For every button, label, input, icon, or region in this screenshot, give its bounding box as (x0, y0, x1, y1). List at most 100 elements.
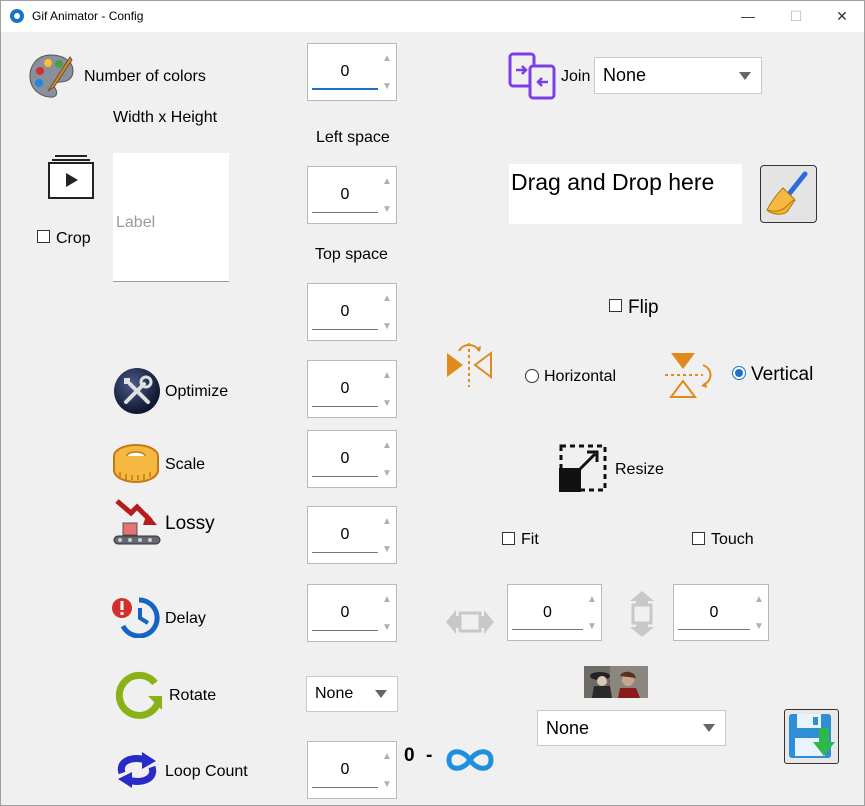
horizontal-radio[interactable] (525, 369, 539, 383)
rotate-dropdown[interactable]: None (306, 676, 398, 712)
top-space-value[interactable]: 0 (312, 284, 378, 340)
spinner-down-icon[interactable]: ▼ (381, 75, 393, 97)
optimize-spinner[interactable]: 0 ▲ ▼ (307, 360, 397, 418)
chevron-down-icon (739, 71, 751, 80)
spinner-down-icon[interactable]: ▼ (381, 462, 393, 484)
clock-alert-icon (111, 596, 163, 643)
resize-label: Resize (615, 461, 664, 478)
drop-zone-text: Drag and Drop here (511, 169, 715, 195)
vertical-radio[interactable] (732, 366, 746, 380)
number-of-colors-value[interactable]: 0 (312, 44, 378, 100)
close-button[interactable]: ✕ (819, 1, 864, 32)
top-space-spinner[interactable]: 0 ▲ ▼ (307, 283, 397, 341)
loop-arrows-icon (112, 751, 162, 794)
bottom-selected: None (546, 717, 590, 738)
left-space-spinner[interactable]: 0 ▲ ▼ (307, 166, 397, 224)
resize-icon (557, 442, 609, 499)
width-height-label: Width x Height (113, 109, 218, 126)
minimize-button[interactable]: — (725, 1, 771, 32)
join-dropdown[interactable]: None (594, 57, 762, 94)
chevron-down-icon (703, 724, 715, 732)
spinner-up-icon[interactable]: ▲ (381, 588, 393, 610)
spinner-up-icon[interactable]: ▲ (586, 588, 598, 610)
title-bar: Gif Animator - Config — ☐ ✕ (1, 1, 864, 32)
size-preview-label: Label (116, 214, 156, 231)
crop-checkbox[interactable] (37, 230, 50, 243)
spinner-up-icon[interactable]: ▲ (381, 364, 393, 386)
scale-value[interactable]: 0 (312, 431, 378, 487)
infinity-icon (445, 745, 495, 780)
lossy-spinner[interactable]: 0 ▲ ▼ (307, 506, 397, 564)
loop-range-start: 0 (404, 745, 415, 766)
film-frame-icon[interactable] (47, 154, 95, 205)
spinner-down-icon[interactable]: ▼ (381, 773, 393, 795)
join-files-icon[interactable] (508, 52, 558, 105)
tape-measure-icon (112, 442, 162, 489)
delay-spinner[interactable]: 0 ▲ ▼ (307, 584, 397, 642)
spinner-down-icon[interactable]: ▼ (753, 615, 765, 637)
touch-checkbox[interactable] (692, 532, 705, 545)
down-trend-conveyor-icon (111, 497, 163, 552)
crop-label: Crop (56, 230, 91, 247)
loop-count-value[interactable]: 0 (312, 742, 378, 798)
app-icon (10, 9, 24, 23)
spinner-down-icon[interactable]: ▼ (381, 392, 393, 414)
fit-checkbox[interactable] (502, 532, 515, 545)
size-preview-box: Label (113, 153, 229, 282)
scale-label: Scale (165, 456, 206, 473)
number-of-colors-spinner[interactable]: 0 ▲ ▼ (307, 43, 397, 101)
rotate-label: Rotate (169, 687, 217, 704)
config-window: Gif Animator - Config — ☐ ✕ Number of co… (0, 0, 865, 806)
chevron-down-icon (375, 690, 387, 698)
join-label: Join (561, 68, 591, 85)
spinner-down-icon[interactable]: ▼ (381, 198, 393, 220)
spinner-up-icon[interactable]: ▲ (381, 47, 393, 69)
maximize-button[interactable]: ☐ (773, 1, 819, 32)
clear-button[interactable] (760, 165, 817, 223)
flip-label: Flip (628, 297, 659, 318)
spinner-down-icon[interactable]: ▼ (381, 315, 393, 337)
flip-checkbox[interactable] (609, 299, 622, 312)
lossy-label: Lossy (165, 513, 215, 534)
resize-width-spinner[interactable]: 0 ▲ ▼ (507, 584, 602, 641)
scale-spinner[interactable]: 0 ▲ ▼ (307, 430, 397, 488)
palette-icon (26, 51, 76, 106)
join-selected: None (603, 65, 647, 85)
left-space-label: Left space (316, 129, 390, 146)
loop-range-dash: - (426, 745, 433, 766)
resize-width-value[interactable]: 0 (512, 585, 583, 640)
resize-height-value[interactable]: 0 (678, 585, 750, 640)
drop-zone[interactable]: Drag and Drop here (509, 164, 742, 224)
lossy-value[interactable]: 0 (312, 507, 378, 563)
delay-value[interactable]: 0 (312, 585, 378, 641)
spinner-up-icon[interactable]: ▲ (381, 170, 393, 192)
rotate-arrow-icon (115, 669, 167, 726)
spinner-down-icon[interactable]: ▼ (586, 615, 598, 637)
horizontal-label: Horizontal (544, 368, 617, 385)
vertical-resize-icon (627, 589, 657, 644)
spinner-up-icon[interactable]: ▲ (381, 434, 393, 456)
top-space-label: Top space (315, 246, 388, 263)
vertical-label: Vertical (751, 364, 814, 385)
photo-thumbnail-icon (584, 666, 648, 698)
optimize-value[interactable]: 0 (312, 361, 378, 417)
loop-count-label: Loop Count (165, 763, 248, 780)
broom-icon (766, 171, 808, 215)
left-space-value[interactable]: 0 (312, 167, 378, 223)
bottom-dropdown[interactable]: None (537, 710, 726, 746)
save-button[interactable] (784, 709, 839, 764)
resize-height-spinner[interactable]: 0 ▲ ▼ (673, 584, 769, 641)
delay-label: Delay (165, 610, 206, 627)
spinner-down-icon[interactable]: ▼ (381, 538, 393, 560)
loop-count-spinner[interactable]: 0 ▲ ▼ (307, 741, 397, 799)
spinner-up-icon[interactable]: ▲ (381, 745, 393, 767)
spinner-up-icon[interactable]: ▲ (381, 287, 393, 309)
save-download-icon (789, 714, 835, 758)
spinner-up-icon[interactable]: ▲ (381, 510, 393, 532)
optimize-label: Optimize (165, 383, 229, 400)
rotate-selected: None (315, 685, 354, 702)
touch-label: Touch (711, 531, 754, 548)
spinner-up-icon[interactable]: ▲ (753, 588, 765, 610)
spinner-down-icon[interactable]: ▼ (381, 616, 393, 638)
window-title: Gif Animator - Config (32, 9, 144, 23)
